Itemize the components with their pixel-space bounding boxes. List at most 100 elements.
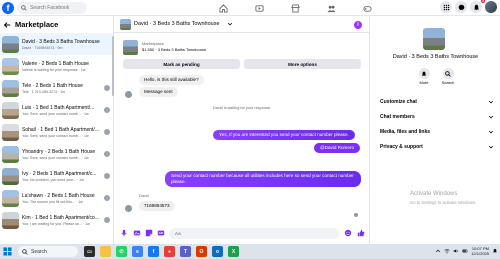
microphone-icon[interactable] — [120, 229, 128, 237]
tab-marketplace[interactable] — [277, 1, 313, 15]
privacy-support-row[interactable]: Privacy & support — [380, 142, 494, 152]
profile-avatar[interactable] — [485, 1, 497, 13]
conversation-preview: You: The sooner you fill out this... · 1… — [22, 199, 83, 204]
listing-thumbnail[interactable] — [123, 40, 138, 55]
chevron-down-icon — [488, 130, 494, 134]
tab-home[interactable] — [205, 1, 241, 15]
media-files-row[interactable]: Media, files and links — [380, 127, 494, 137]
wifi-icon[interactable] — [444, 248, 450, 254]
chat-title[interactable]: David · 3 Beds 3 Baths Townhouse — [134, 21, 220, 27]
message-input[interactable]: Aa — [169, 228, 339, 239]
bell-icon — [473, 4, 479, 10]
conversation-item[interactable]: Valerie · 2 Beds 1 Bath House Valerie is … — [0, 55, 113, 77]
clock-date: 12/1/2025 — [471, 251, 489, 256]
conversation-item[interactable]: Ivy · 2 Beds 1 Bath Apartment/c... You: N… — [0, 165, 113, 187]
battery-icon[interactable] — [462, 248, 468, 254]
chevron-down-icon — [488, 145, 494, 149]
volume-icon[interactable] — [453, 248, 459, 254]
incoming-message: 7169894573 — [139, 201, 175, 211]
sticker-icon[interactable] — [145, 229, 153, 237]
row-label: Privacy & support — [380, 144, 423, 150]
conversation-name: Kim · 1 Bed 1 Bath Apartment/co... — [22, 214, 99, 221]
tab-groups[interactable] — [313, 1, 349, 15]
conversation-preview: You: No problem, you send your... · 1w — [22, 177, 84, 182]
participant-avatar — [104, 85, 110, 91]
facebook-logo[interactable]: f — [2, 2, 14, 14]
facebook-taskbar-icon[interactable]: f — [148, 246, 159, 257]
notifications-button[interactable]: 3 — [470, 0, 485, 13]
customize-chat-row[interactable]: Customize chat — [380, 97, 494, 107]
conversation-item[interactable]: Yhoandry · 2 Beds 1 Bath House You: Sent,… — [0, 143, 113, 165]
conversation-preview: Valerie is waiting for your response · 1… — [22, 67, 86, 72]
conversation-item[interactable]: Luis · 1 Bed 1 Bath Apartment/... You: Se… — [0, 99, 113, 121]
mute-label: Mute — [419, 80, 429, 85]
chevron-up-icon[interactable] — [435, 248, 441, 254]
listing-thumbnail — [2, 101, 19, 119]
mark-pending-button[interactable]: Mark as pending — [123, 59, 240, 69]
taskbar-clock[interactable]: 10:07 PM 12/1/2025 — [471, 246, 489, 256]
search-action[interactable]: Search — [438, 68, 458, 85]
chat-members-row[interactable]: Chat members — [380, 112, 494, 122]
conversation-preview: You: Sent, send your contact numb... · 1… — [22, 111, 89, 116]
thumbs-up-icon[interactable] — [357, 229, 365, 237]
groups-icon — [326, 5, 336, 12]
conversation-name: Tele · 2 Beds 1 Bath House — [22, 82, 83, 89]
incoming-message: Message sent — [139, 87, 178, 97]
chrome-icon[interactable]: ● — [164, 246, 175, 257]
bell-icon — [421, 71, 427, 76]
taskbar-search[interactable]: Search — [18, 246, 78, 257]
edge-icon[interactable]: e — [132, 246, 143, 257]
tab-gaming[interactable] — [349, 1, 385, 15]
activate-windows-subtext: Go to Settings to activate Windows. — [410, 200, 477, 205]
gif-icon[interactable]: GIF — [157, 229, 165, 237]
conversation-item[interactable]: Sohail · 1 Bed 1 Bath Apartment/... You: … — [0, 121, 113, 143]
details-title: David · 3 Beds 3 Baths Townhouse — [392, 54, 479, 60]
emoji-icon[interactable] — [344, 229, 352, 237]
conversation-preview: David · 7169894573 · 9m — [22, 45, 63, 50]
chevron-down-icon — [488, 100, 494, 104]
listing-image[interactable] — [423, 28, 445, 50]
outlook-icon[interactable]: o — [212, 246, 223, 257]
info-icon[interactable]: i — [354, 21, 362, 29]
messenger-button[interactable] — [455, 1, 467, 13]
app-root: f 3 Marketplace David · 3 Beds 3 Baths T… — [0, 0, 500, 259]
search-label: Search — [441, 80, 455, 85]
conversation-list: David · 3 Beds 3 Baths Townhouse David · … — [0, 33, 113, 231]
marketplace-listing-card: Marketplace $1,550 · 3 Beds 3 Baths Town… — [120, 38, 364, 76]
menu-button[interactable] — [440, 1, 452, 13]
participant-avatar — [104, 129, 110, 135]
conversation-item[interactable]: Tele · 2 Beds 1 Bath House Tele · 1 219-2… — [0, 77, 113, 99]
conversation-sidebar: Marketplace David · 3 Beds 3 Baths Townh… — [0, 16, 114, 244]
mute-action[interactable]: Mute — [414, 68, 434, 85]
task-view-icon[interactable]: ▭ — [84, 246, 95, 257]
search-icon — [21, 5, 27, 11]
office-icon[interactable]: O — [196, 246, 207, 257]
sender-avatar — [125, 205, 132, 212]
tab-video[interactable] — [241, 1, 277, 15]
home-icon — [218, 3, 228, 13]
whatsapp-icon[interactable]: ✆ — [116, 246, 127, 257]
participant-avatar — [104, 195, 110, 201]
conversation-name: Ivy · 2 Beds 1 Bath Apartment/c... — [22, 170, 97, 177]
marketplace-icon — [290, 3, 300, 13]
image-icon[interactable] — [133, 229, 141, 237]
more-options-button[interactable]: More options — [244, 59, 361, 69]
system-tray: 10:07 PM 12/1/2025 — [435, 246, 498, 256]
system-message: David is waiting for your response. — [212, 106, 272, 110]
conversation-item[interactable]: Kim · 1 Bed 1 Bath Apartment/co... You: I… — [0, 209, 113, 231]
notification-center-icon[interactable] — [492, 248, 498, 254]
windows-start-icon[interactable] — [3, 247, 12, 256]
file-explorer-icon[interactable] — [100, 246, 111, 257]
listing-summary[interactable]: $1,550 · 3 Beds 3 Baths Townhouse — [142, 47, 206, 52]
chevron-down-icon[interactable] — [227, 21, 233, 27]
chat-listing-avatar[interactable] — [120, 19, 131, 30]
conversation-item[interactable]: La'shawn · 2 Beds 1 Bath House You: The s… — [0, 187, 113, 209]
marketplace-label: Marketplace — [142, 41, 164, 46]
teams-icon[interactable]: T — [180, 246, 191, 257]
search-box[interactable] — [17, 2, 87, 14]
excel-icon[interactable]: X — [228, 246, 239, 257]
conversation-item[interactable]: David · 3 Beds 3 Baths Townhouse David · … — [0, 33, 113, 55]
search-input[interactable] — [30, 5, 86, 11]
back-arrow-icon[interactable] — [3, 21, 11, 29]
outgoing-message: Send your contact number because all uti… — [165, 171, 361, 187]
